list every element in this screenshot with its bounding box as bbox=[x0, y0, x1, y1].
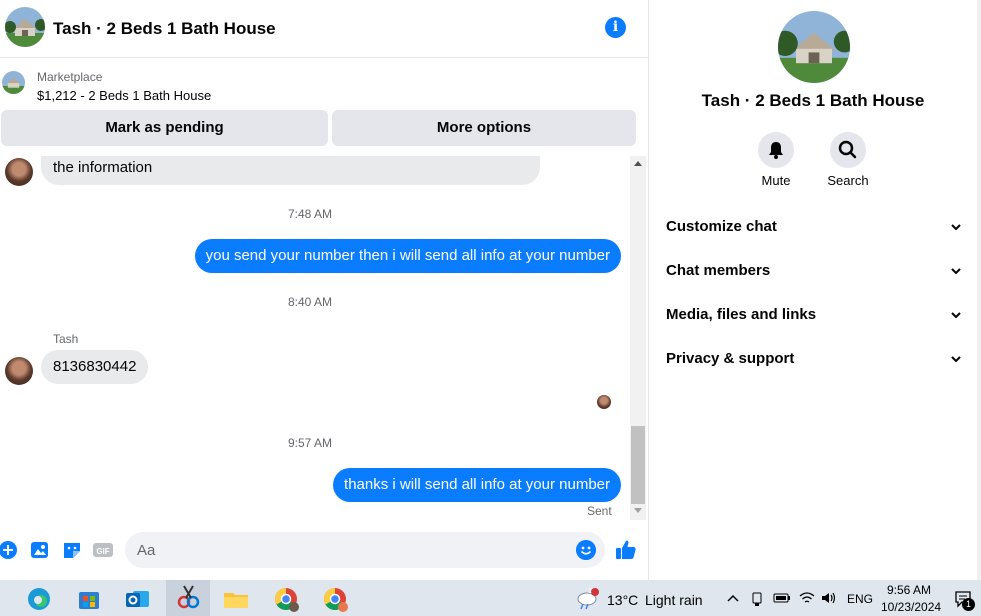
timestamp: 7:48 AM bbox=[287, 207, 333, 221]
chat-avatar[interactable] bbox=[5, 7, 45, 47]
message-text: you send your number then i will send al… bbox=[205, 247, 610, 264]
marketplace-banner: Marketplace $1,212 - 2 Beds 1 Bath House bbox=[0, 60, 648, 110]
profile-name: Tash · 2 Beds 1 Bath House bbox=[701, 91, 925, 110]
message-input[interactable] bbox=[125, 532, 605, 568]
more-options-button[interactable]: More options bbox=[332, 110, 636, 146]
section-label: Privacy & support bbox=[666, 350, 795, 367]
scroll-up-arrow-icon[interactable] bbox=[634, 161, 642, 166]
section-label: Customize chat bbox=[666, 218, 777, 235]
sender-name: Tash bbox=[53, 332, 79, 346]
chevron-down-icon bbox=[951, 224, 961, 231]
section-chat-members[interactable]: Chat members bbox=[666, 262, 966, 286]
scrollbar-thumb[interactable] bbox=[631, 426, 645, 504]
section-media-files-links[interactable]: Media, files and links bbox=[666, 306, 966, 330]
taskbar: 1 13°C Light rain ENG 9:56 AM 10/23/2024… bbox=[0, 580, 981, 616]
info-icon[interactable]: i bbox=[605, 17, 626, 38]
mark-as-pending-button[interactable]: Mark as pending bbox=[1, 110, 328, 146]
section-label: Media, files and links bbox=[666, 306, 817, 323]
gif-icon[interactable]: GIF bbox=[93, 540, 113, 560]
weather-desc[interactable]: Light rain bbox=[645, 592, 703, 608]
thumbs-up-icon[interactable] bbox=[614, 538, 638, 562]
chrome-profile-icon[interactable] bbox=[320, 584, 350, 614]
clock-time[interactable]: 9:56 AM bbox=[887, 583, 931, 597]
section-customize-chat[interactable]: Customize chat bbox=[666, 218, 966, 242]
weather-badge: 1 bbox=[588, 588, 592, 595]
info-panel-scrollbar[interactable] bbox=[977, 0, 981, 580]
chevron-down-icon bbox=[951, 268, 961, 275]
message-list: the information 7:48 AM you send your nu… bbox=[0, 156, 630, 520]
volume-icon[interactable] bbox=[820, 591, 838, 605]
gif-label: GIF bbox=[96, 547, 109, 556]
timestamp: 8:40 AM bbox=[287, 295, 333, 309]
sender-avatar[interactable] bbox=[5, 357, 33, 385]
scroll-down-arrow-icon[interactable] bbox=[634, 508, 642, 513]
usb-device-icon[interactable] bbox=[750, 591, 764, 607]
notification-badge: 1 bbox=[962, 598, 975, 611]
message-bubble-incoming[interactable]: the information bbox=[41, 156, 540, 185]
snipping-tool-icon bbox=[177, 585, 200, 609]
message-bubble-incoming[interactable]: 8136830442 bbox=[41, 350, 149, 384]
sticker-icon[interactable] bbox=[62, 540, 82, 560]
file-explorer-icon[interactable] bbox=[221, 584, 251, 614]
seen-avatar-icon bbox=[597, 395, 611, 409]
chrome-icon[interactable] bbox=[271, 584, 301, 614]
search-action[interactable]: Search bbox=[818, 132, 878, 188]
chevron-up-icon[interactable] bbox=[726, 593, 740, 603]
message-scrollbar[interactable] bbox=[630, 156, 646, 520]
plus-circle-icon[interactable] bbox=[0, 540, 20, 560]
emoji-icon[interactable] bbox=[576, 540, 596, 560]
weather-temp[interactable]: 13°C bbox=[607, 592, 638, 608]
message-text: the information bbox=[53, 159, 153, 176]
taskbar-active-app[interactable] bbox=[166, 580, 210, 616]
listing-title[interactable]: $1,212 - 2 Beds 1 Bath House bbox=[37, 88, 211, 103]
listing-thumbnail[interactable] bbox=[2, 71, 25, 94]
message-bubble-outgoing[interactable]: you send your number then i will send al… bbox=[194, 239, 621, 273]
composer: GIF bbox=[0, 530, 648, 572]
clock-date[interactable]: 10/23/2024 bbox=[881, 600, 941, 614]
chevron-down-icon bbox=[951, 356, 961, 363]
outlook-icon[interactable] bbox=[123, 584, 153, 614]
section-privacy-support[interactable]: Privacy & support bbox=[666, 350, 966, 374]
language-indicator[interactable]: ENG bbox=[847, 592, 873, 606]
mute-action[interactable]: Mute bbox=[746, 132, 806, 188]
edge-icon[interactable] bbox=[24, 584, 54, 614]
message-text: thanks i will send all info at your numb… bbox=[344, 476, 610, 493]
message-bubble-outgoing[interactable]: thanks i will send all info at your numb… bbox=[333, 468, 621, 502]
store-icon[interactable] bbox=[74, 584, 104, 614]
chat-title[interactable]: Tash · 2 Beds 1 Bath House bbox=[53, 19, 276, 39]
profile-avatar[interactable] bbox=[778, 11, 850, 83]
chat-info-panel: Tash · 2 Beds 1 Bath House Mute Search C… bbox=[649, 0, 977, 580]
search-icon[interactable] bbox=[830, 132, 866, 168]
photo-icon[interactable] bbox=[30, 540, 50, 560]
bell-icon[interactable] bbox=[758, 132, 794, 168]
battery-icon[interactable] bbox=[773, 592, 791, 604]
app-window: Tash · 2 Beds 1 Bath House i Marketplace… bbox=[0, 0, 981, 616]
sender-avatar[interactable] bbox=[5, 158, 33, 186]
search-label: Search bbox=[827, 173, 869, 188]
chat-panel: Tash · 2 Beds 1 Bath House i Marketplace… bbox=[0, 0, 648, 580]
timestamp: 9:57 AM bbox=[287, 436, 333, 450]
chevron-down-icon bbox=[951, 312, 961, 319]
wifi-icon[interactable] bbox=[798, 591, 816, 605]
section-label: Chat members bbox=[666, 262, 771, 279]
mute-label: Mute bbox=[761, 173, 791, 188]
chat-header: Tash · 2 Beds 1 Bath House i bbox=[0, 0, 648, 58]
message-status: Sent bbox=[587, 504, 612, 518]
message-text: 8136830442 bbox=[53, 358, 137, 375]
marketplace-label: Marketplace bbox=[37, 70, 103, 84]
